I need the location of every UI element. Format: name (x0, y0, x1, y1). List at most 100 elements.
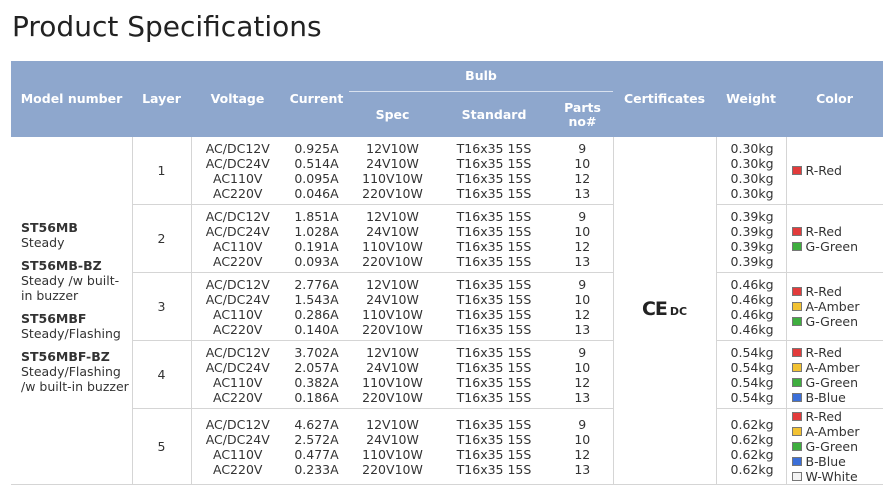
parts-value: 9 (578, 416, 587, 432)
model-item: ST56MBF-BZ Steady/Flashing /w built-in bu… (21, 349, 132, 394)
weight-value: 0.62kg (730, 446, 774, 462)
spec-value: 12V10W (366, 208, 419, 224)
certificates-cell: CE DC (613, 137, 717, 485)
color-swatch-icon (791, 317, 802, 326)
voltage-value: AC/DC12V (205, 276, 270, 292)
color-label: W-White (805, 469, 858, 484)
color-label: G-Green (805, 439, 859, 454)
parts-value: 13 (574, 321, 591, 337)
spec-cell: 12V10W 24V10W 110V10W 220V10W (349, 272, 436, 341)
voltage-value: AC220V (213, 253, 263, 269)
color-item: B-Blue (791, 454, 884, 469)
header-voltage: Voltage (191, 61, 284, 137)
weight-cell: 0.62kg 0.62kg 0.62kg 0.62kg (716, 408, 787, 485)
spec-value: 24V10W (366, 291, 419, 307)
parts-value: 13 (574, 253, 591, 269)
model-description: Steady/Flashing (21, 325, 121, 341)
color-swatch-icon (791, 362, 802, 372)
model-name: ST56MB-BZ (21, 257, 102, 273)
color-item: G-Green (791, 238, 884, 254)
header-color: Color (786, 61, 884, 137)
current-value: 0.140A (294, 321, 339, 337)
layer-cell: 1 (131, 137, 192, 205)
standard-value: T16x35 15S (456, 461, 532, 477)
weight-value: 0.54kg (730, 344, 774, 360)
color-item: G-Green (791, 439, 884, 454)
table-row: 4 AC/DC12V AC/DC24V AC110V AC220V 3.702A 2.057… (11, 340, 884, 409)
parts-value: 10 (574, 359, 591, 375)
spec-value: 220V10W (362, 253, 423, 269)
spec-value: 220V10W (362, 321, 423, 337)
spec-value: 24V10W (366, 359, 419, 375)
current-value: 0.382A (294, 374, 339, 390)
color-label: G-Green (805, 314, 859, 329)
color-swatch-icon (791, 457, 802, 466)
current-value: 2.572A (294, 431, 339, 447)
header-standard: Standard (436, 91, 552, 137)
color-item: G-Green (791, 375, 884, 390)
color-cell: R-Red A-Amber G-Green (786, 272, 884, 341)
current-cell: 0.925A 0.514A 0.095A 0.046A (284, 137, 349, 205)
page-title: Product Specifications (12, 10, 322, 43)
current-value: 1.028A (294, 223, 339, 239)
color-swatch-icon (791, 427, 802, 436)
table-row: 5 AC/DC12V AC/DC24V AC110V AC220V 4.627A 2.572… (11, 408, 884, 485)
layer-cell: 3 (131, 272, 192, 341)
voltage-cell: AC/DC12V AC/DC24V AC110V AC220V (191, 408, 284, 485)
voltage-value: AC110V (213, 238, 263, 254)
voltage-value: AC/DC12V (205, 416, 270, 432)
parts-value: 12 (574, 306, 591, 322)
current-value: 0.186A (294, 389, 339, 405)
color-label: R-Red (805, 163, 842, 178)
color-item: R-Red (791, 284, 884, 299)
current-value: 1.543A (294, 291, 339, 307)
color-item: R-Red (791, 409, 884, 424)
spec-value: 24V10W (366, 223, 419, 239)
current-value: 3.702A (294, 344, 339, 360)
standard-value: T16x35 15S (456, 416, 532, 432)
table-row: 3 AC/DC12V AC/DC24V AC110V AC220V 2.776A 1.543… (11, 272, 884, 341)
spec-value: 110V10W (362, 446, 423, 462)
weight-value: 0.39kg (730, 223, 774, 239)
color-swatch-icon (791, 472, 802, 481)
current-value: 2.057A (294, 359, 339, 375)
voltage-value: AC/DC12V (205, 344, 270, 360)
color-swatch-icon (791, 287, 802, 296)
voltage-value: AC220V (213, 389, 263, 405)
weight-value: 0.39kg (730, 238, 774, 254)
weight-value: 0.62kg (730, 416, 774, 432)
color-swatch-icon (791, 226, 802, 236)
model-description: Steady (21, 234, 65, 250)
current-value: 0.286A (294, 306, 339, 322)
color-label: R-Red (805, 344, 842, 360)
color-label: B-Blue (805, 389, 846, 405)
parts-cell: 9 10 12 13 (552, 137, 614, 205)
standard-value: T16x35 15S (456, 359, 532, 375)
header-spec: Spec (349, 91, 436, 137)
current-cell: 4.627A 2.572A 0.477A 0.233A (284, 408, 349, 485)
weight-value: 0.62kg (730, 431, 774, 447)
parts-value: 13 (574, 389, 591, 405)
parts-value: 10 (574, 223, 591, 239)
color-item: R-Red (791, 224, 884, 239)
header-certificates: Certificates (613, 61, 717, 137)
standard-cell: T16x35 15S T16x35 15S T16x35 15S T16x35 15S (436, 340, 552, 409)
table-row: ST56MB Steady ST56MB-BZ Steady /w built-in … (11, 137, 884, 485)
weight-value: 0.46kg (730, 321, 774, 337)
standard-value: T16x35 15S (456, 374, 532, 390)
voltage-value: AC/DC12V (205, 208, 270, 224)
model-item: ST56MBF Steady/Flashing (21, 311, 132, 341)
weight-value: 0.30kg (730, 155, 774, 171)
voltage-cell: AC/DC12V AC/DC24V AC110V AC220V (191, 204, 284, 273)
dc-mark: DC (669, 305, 688, 318)
spec-value: 220V10W (362, 389, 423, 405)
parts-cell: 9 10 12 13 (552, 408, 614, 485)
weight-value: 0.46kg (730, 306, 774, 322)
weight-value: 0.54kg (730, 374, 774, 390)
weight-value: 0.30kg (730, 170, 774, 186)
parts-cell: 9 10 12 13 (552, 272, 614, 341)
color-label: R-Red (805, 284, 842, 299)
standard-value: T16x35 15S (456, 446, 532, 462)
header-current: Current (284, 61, 349, 137)
color-label: G-Green (805, 238, 859, 254)
